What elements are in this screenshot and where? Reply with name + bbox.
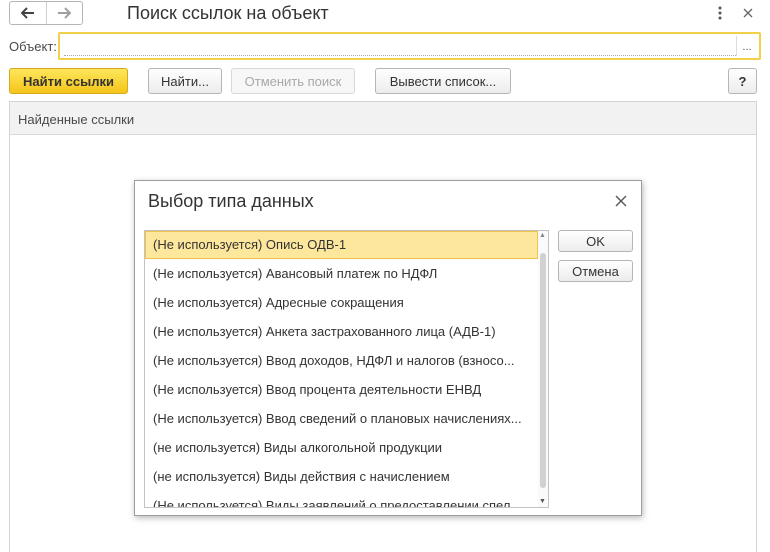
list-item[interactable]: (Не используется) Виды заявлений о предо…: [145, 492, 538, 507]
close-icon: [615, 195, 627, 207]
list-item[interactable]: (Не используется) Ввод сведений о планов…: [145, 405, 538, 433]
window-close-button[interactable]: [740, 4, 756, 22]
arrow-right-icon: [58, 7, 72, 19]
data-type-dialog: Выбор типа данных (Не используется) Опис…: [134, 180, 642, 516]
cancel-button[interactable]: Отмена: [558, 260, 633, 282]
list-item[interactable]: (не используется) Виды алкогольной проду…: [145, 434, 538, 462]
dialog-title: Выбор типа данных: [148, 191, 314, 211]
object-field: ...: [58, 32, 761, 60]
scroll-up-arrow-icon[interactable]: ▲: [539, 232, 546, 240]
object-select-button[interactable]: ...: [736, 36, 757, 56]
close-icon: [743, 8, 753, 18]
kebab-menu-icon: [718, 6, 722, 20]
list-item[interactable]: (Не используется) Ввод процента деятельн…: [145, 376, 538, 404]
object-label: Объект:: [9, 39, 57, 54]
results-header: Найденные ссылки: [10, 102, 756, 135]
arrow-left-icon: [20, 7, 34, 19]
back-button[interactable]: [10, 2, 46, 24]
find-button[interactable]: Найти...: [148, 68, 222, 94]
scroll-down-arrow-icon[interactable]: ▼: [539, 498, 546, 506]
scroll-thumb[interactable]: [540, 253, 546, 488]
page-title: Поиск ссылок на объект: [127, 3, 329, 23]
navigation-group: [9, 1, 83, 25]
help-button[interactable]: ?: [728, 68, 757, 94]
ok-button[interactable]: OK: [558, 230, 633, 252]
list-item[interactable]: (Не используется) Анкета застрахованного…: [145, 318, 538, 346]
find-references-button[interactable]: Найти ссылки: [9, 68, 128, 94]
cancel-search-button: Отменить поиск: [231, 68, 355, 94]
list-item[interactable]: (Не используется) Ввод доходов, НДФЛ и н…: [145, 347, 538, 375]
list-item[interactable]: (Не используется) Опись ОДВ-1: [145, 231, 538, 259]
list-scrollbar[interactable]: ▲ ▼: [538, 231, 548, 507]
output-list-button[interactable]: Вывести список...: [375, 68, 511, 94]
more-menu-button[interactable]: [712, 4, 728, 22]
forward-button[interactable]: [45, 2, 83, 24]
data-type-list[interactable]: (Не используется) Опись ОДВ-1 (Не исполь…: [144, 230, 549, 508]
list-item[interactable]: (Не используется) Адресные сокращения: [145, 289, 538, 317]
dialog-close-button[interactable]: [613, 193, 629, 209]
object-input[interactable]: [64, 36, 736, 56]
list-item[interactable]: (Не используется) Авансовый платеж по НД…: [145, 260, 538, 288]
list-item[interactable]: (не используется) Виды действия с начисл…: [145, 463, 538, 491]
